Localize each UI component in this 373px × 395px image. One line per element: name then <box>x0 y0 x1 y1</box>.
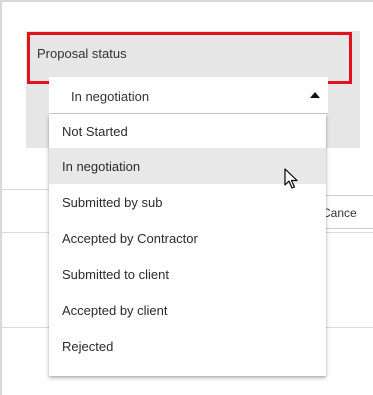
dropdown-option-not-started[interactable]: Not Started <box>49 114 326 148</box>
dropdown-option-rejected[interactable]: Rejected <box>49 328 326 364</box>
page-border <box>0 0 373 2</box>
caret-up-icon[interactable] <box>310 92 320 98</box>
proposal-status-dropdown: Not Started In negotiation Submitted by … <box>49 114 326 376</box>
dropdown-option-accepted-by-contractor[interactable]: Accepted by Contractor <box>49 220 326 256</box>
page-border <box>0 0 2 395</box>
divider <box>326 232 373 233</box>
select-value: In negotiation <box>71 89 150 104</box>
dropdown-option-accepted-by-client[interactable]: Accepted by client <box>49 292 326 328</box>
divider <box>2 232 50 233</box>
proposal-status-select[interactable]: In negotiation <box>49 77 328 114</box>
cursor-arrow-icon <box>284 168 298 189</box>
divider <box>2 189 50 190</box>
divider <box>326 327 373 328</box>
dropdown-option-submitted-to-client[interactable]: Submitted to client <box>49 256 326 292</box>
cancel-button[interactable]: Cance <box>318 195 373 229</box>
divider <box>2 327 50 328</box>
